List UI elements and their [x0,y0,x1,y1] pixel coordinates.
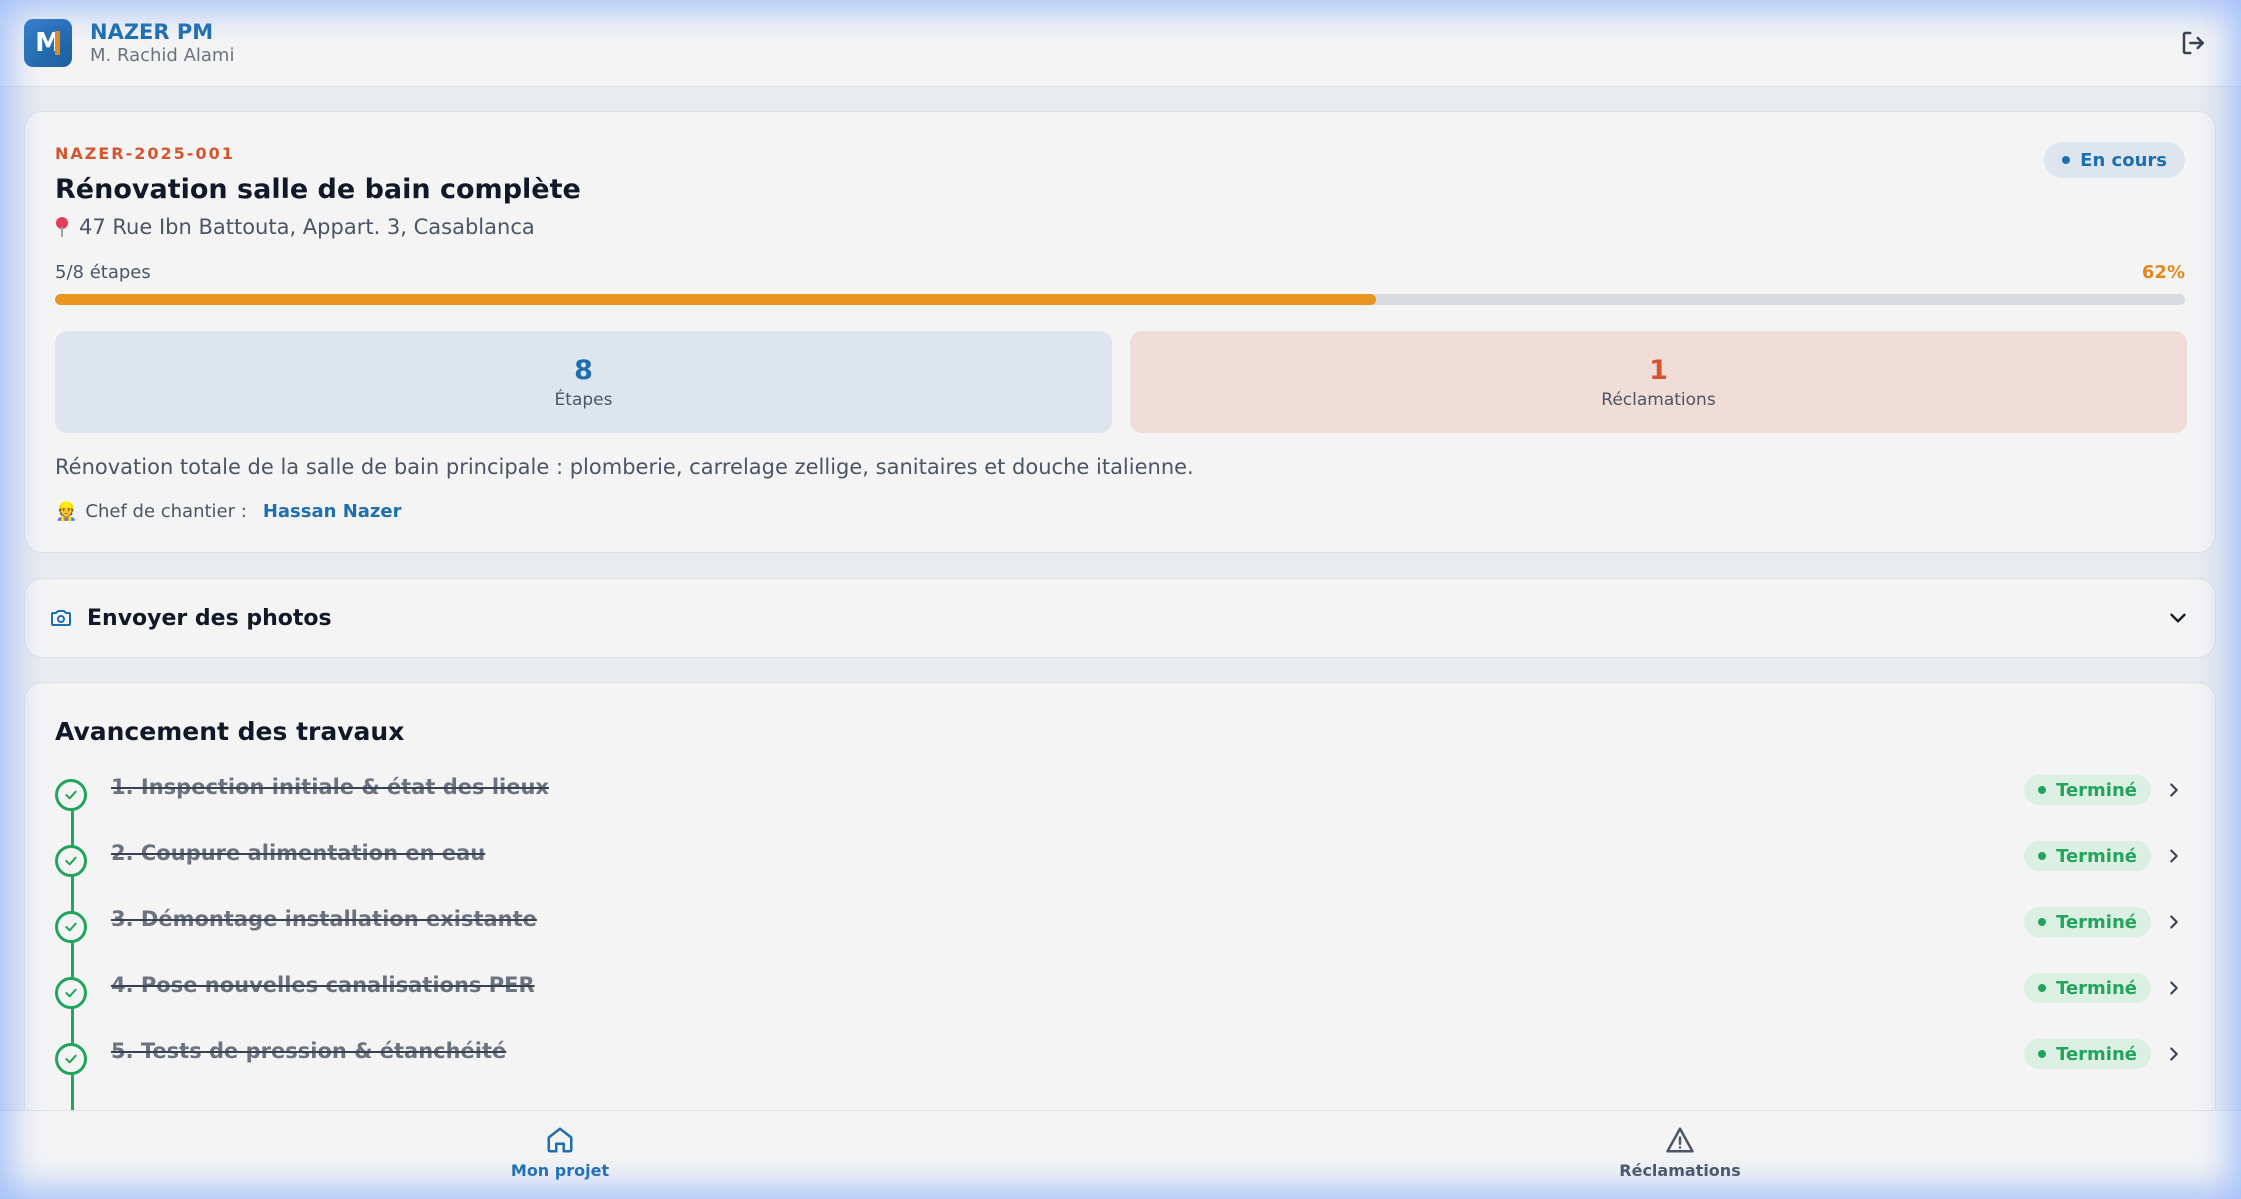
warning-triangle-icon [1666,1127,1694,1153]
status-badge: En cours [2044,142,2185,178]
send-photos-toggle[interactable]: Envoyer des photos [24,578,2216,658]
nav-my-project-label: Mon projet [510,1161,610,1180]
chevron-down-icon[interactable] [2165,605,2191,631]
step-item[interactable]: 4. Pose nouvelles canalisations PER Term… [55,969,2185,1009]
step-label: 1. Inspection initiale & état des lieux [111,775,549,799]
project-title: Rénovation salle de bain complète [55,174,581,205]
step-status-badge: Terminé [2024,1039,2151,1069]
nav-claims[interactable]: Réclamations [1580,1125,1780,1180]
check-circle-icon [55,845,87,877]
user-name: M. Rachid Alami [90,45,235,66]
chevron-right-icon[interactable] [2163,779,2185,801]
progress-bar [55,294,2185,305]
site-manager-name: Hassan Nazer [262,501,402,522]
step-item[interactable]: 5. Tests de pression & étanchéité Termin… [55,1035,2185,1075]
step-item[interactable]: 1. Inspection initiale & état des lieux … [55,771,2185,811]
step-label: 5. Tests de pression & étanchéité [111,1039,507,1063]
progress-percent: 62% [2141,262,2185,283]
app-header: M NAZER PM M. Rachid Alami [0,0,2241,87]
chevron-right-icon[interactable] [2163,1043,2185,1065]
worker-icon: 👷 [55,501,78,522]
chevron-right-icon[interactable] [2163,845,2185,867]
chevron-right-icon[interactable] [2163,911,2185,933]
step-status-badge: Terminé [2024,775,2151,805]
chevron-right-icon[interactable] [2163,977,2185,999]
step-label: 2. Coupure alimentation en eau [111,841,486,865]
project-code: NAZER-2025-001 [55,144,235,163]
status-dot-icon [2062,156,2071,164]
step-item[interactable]: 3. Démontage installation existante Term… [55,903,2185,943]
brand-block: NAZER PM M. Rachid Alami [90,19,234,67]
stat-claims: 1 Réclamations [1130,331,2187,433]
stat-steps: 8 Étapes [55,331,1112,433]
check-circle-icon [55,977,87,1009]
step-label: 3. Démontage installation existante [111,907,537,931]
logout-icon[interactable] [2179,28,2209,58]
project-card: NAZER-2025-001 En cours Rénovation salle… [24,111,2216,553]
app-logo: M [24,19,72,67]
check-circle-icon [55,779,87,811]
check-circle-icon [55,911,87,943]
send-photos-label: Envoyer des photos [87,605,332,631]
progress-bar-fill [55,294,1376,305]
bottom-nav: Mon projet Réclamations [0,1110,2241,1199]
site-manager: 👷 Chef de chantier : Hassan Nazer [55,501,402,522]
home-icon [547,1127,573,1153]
camera-icon [51,610,71,626]
step-status-badge: Terminé [2024,973,2151,1003]
location-pin-icon [55,217,69,237]
step-item[interactable]: 2. Coupure alimentation en eau Terminé [55,837,2185,877]
nav-my-project[interactable]: Mon projet [460,1125,660,1180]
step-status-badge: Terminé [2024,907,2151,937]
nav-claims-label: Réclamations [1619,1161,1741,1180]
steps-progress-text: 5/8 étapes [55,262,151,283]
step-label: 4. Pose nouvelles canalisations PER [111,973,535,997]
works-title: Avancement des travaux [55,717,405,746]
step-status-badge: Terminé [2024,841,2151,871]
brand-name: NAZER PM [90,20,214,44]
project-address: 47 Rue Ibn Battouta, Appart. 3, Casablan… [55,215,535,239]
project-description: Rénovation totale de la salle de bain pr… [55,455,1194,479]
check-circle-icon [55,1043,87,1075]
